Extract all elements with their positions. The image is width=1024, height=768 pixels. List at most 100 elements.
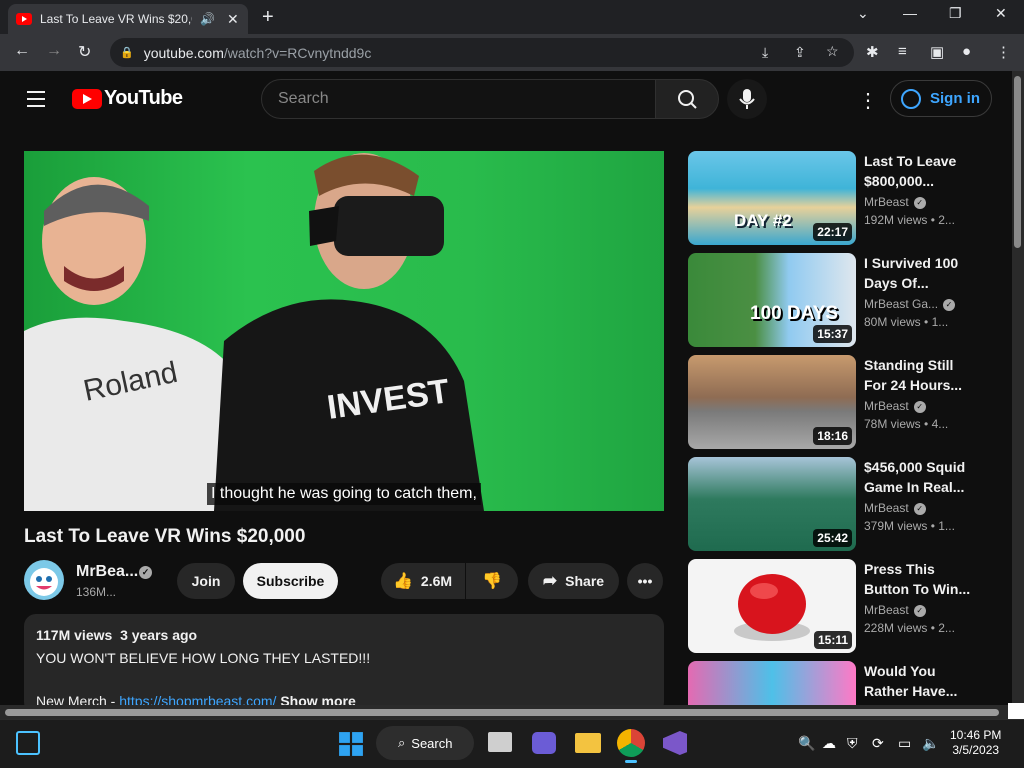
forward-icon[interactable]: → — [46, 42, 62, 60]
start-windows-icon[interactable] — [338, 731, 364, 757]
share-page-icon[interactable]: ⇪ — [794, 44, 806, 61]
widgets-icon[interactable] — [16, 731, 40, 755]
lock-icon[interactable]: 🔒 — [120, 46, 134, 59]
teams-chat-icon[interactable] — [532, 732, 556, 754]
video-caption: I thought he was going to catch them, — [207, 483, 481, 505]
video-duration: 15:11 — [813, 631, 852, 649]
mrbeast-avatar-icon — [30, 568, 58, 596]
video-title[interactable]: Last To Leave $800,000... — [864, 151, 974, 191]
search-button[interactable] — [655, 79, 719, 119]
dislike-button[interactable]: 👎 — [466, 563, 518, 599]
recommended-video[interactable]: 15:11 Press This Button To Win... MrBeas… — [688, 559, 978, 653]
channel-name: MrBeast ✓ — [864, 195, 926, 209]
search-tray-icon[interactable]: 🔍 — [798, 735, 815, 752]
like-count: 2.6M — [420, 573, 453, 589]
verified-check-icon: ✓ — [139, 566, 152, 579]
new-tab-button[interactable]: + — [262, 6, 274, 29]
security-shield-icon[interactable]: ⛨ — [847, 735, 858, 752]
taskbar-search-label: Search — [411, 735, 453, 751]
menu-icon[interactable] — [27, 91, 45, 112]
volume-icon[interactable]: 🔈 — [922, 735, 939, 752]
audio-playing-icon[interactable]: 🔊 — [200, 12, 215, 26]
taskbar-search[interactable]: ⌕ Search — [376, 726, 474, 760]
search-input[interactable] — [278, 90, 638, 108]
video-title[interactable]: $456,000 Squid Game In Real... — [864, 457, 974, 497]
recommended-video[interactable]: Would You Rather Have... — [688, 661, 978, 705]
clock-time: 10:46 PM — [950, 728, 1002, 742]
horizontal-scroll-thumb[interactable] — [5, 709, 999, 716]
reload-icon[interactable]: ↻ — [78, 42, 91, 62]
settings-more-icon[interactable]: ⋮ — [858, 88, 878, 113]
profile-icon[interactable]: ● — [962, 43, 971, 60]
youtube-logo-text[interactable]: YouTube — [104, 87, 183, 110]
video-thumbnail[interactable]: 15:11 — [688, 559, 856, 653]
video-stats: 78M views • 4... — [864, 417, 949, 431]
video-stats: 228M views • 2... — [864, 621, 955, 635]
update-icon[interactable]: ⟳ — [872, 735, 884, 752]
task-view-icon[interactable] — [488, 732, 512, 752]
bookmark-star-icon[interactable]: ☆ — [826, 43, 839, 60]
back-icon[interactable]: ← — [14, 42, 30, 60]
scrollbar-corner — [1008, 703, 1024, 719]
network-icon[interactable]: ▭ — [898, 735, 911, 752]
account-icon — [901, 88, 921, 109]
cloud-offline-icon[interactable]: ☁ — [822, 735, 836, 752]
browser-tab[interactable]: Last To Leave VR Wins $20,000 🔊 ✕ — [8, 4, 248, 34]
tab-search-icon[interactable]: ⌄ — [857, 5, 869, 22]
microphone-icon — [739, 89, 755, 109]
video-title[interactable]: Standing Still For 24 Hours... — [864, 355, 974, 395]
share-arrow-icon: ➦ — [542, 571, 558, 590]
address-bar[interactable]: 🔒 youtube.com/watch?v=RCvnytndd9c — [110, 38, 854, 67]
search-box[interactable] — [261, 79, 656, 119]
video-title[interactable]: Would You Rather Have... — [864, 661, 974, 701]
video-thumbnail[interactable]: 18:16 — [688, 355, 856, 449]
thumbs-down-icon: 👎 — [482, 573, 502, 590]
channel-name: MrBeast Ga... ✓ — [864, 297, 956, 311]
sign-in-button[interactable]: Sign in — [890, 80, 992, 117]
extensions-icon[interactable]: ✱ — [866, 43, 879, 61]
recommended-video[interactable]: 100 DAYS 15:37 I Survived 100 Days Of...… — [688, 253, 978, 347]
system-clock[interactable]: 10:46 PM 3/5/2023 — [950, 728, 1001, 758]
channel-name[interactable]: MrBea... — [76, 563, 138, 581]
youtube-logo-icon[interactable] — [72, 89, 102, 109]
minimize-button[interactable]: — — [903, 5, 917, 21]
video-stats: 80M views • 1... — [864, 315, 949, 329]
thumbs-up-icon: 👍 — [393, 573, 413, 590]
video-player[interactable]: Roland INVEST I thought he was going to … — [24, 151, 664, 511]
file-explorer-icon[interactable] — [575, 733, 601, 753]
video-thumbnail[interactable]: 25:42 — [688, 457, 856, 551]
video-stats: 379M views • 1... — [864, 519, 955, 533]
recommended-video[interactable]: 18:16 Standing Still For 24 Hours... MrB… — [688, 355, 978, 449]
more-actions-button[interactable]: ••• — [627, 563, 663, 599]
tab-title: Last To Leave VR Wins $20,000 — [40, 12, 192, 26]
close-window-button[interactable]: ✕ — [995, 5, 1007, 22]
subscribe-button[interactable]: Subscribe — [243, 563, 338, 599]
recommended-video[interactable]: 25:42 $456,000 Squid Game In Real... MrB… — [688, 457, 978, 551]
join-button[interactable]: Join — [177, 563, 235, 599]
restore-button[interactable]: ❐ — [949, 5, 962, 22]
description-box[interactable]: 117M views 3 years ago YOU WON'T BELIEVE… — [24, 614, 664, 714]
like-button[interactable]: 👍 2.6M — [381, 563, 465, 599]
video-title[interactable]: I Survived 100 Days Of... — [864, 253, 974, 293]
vertical-scroll-thumb[interactable] — [1014, 76, 1021, 248]
close-tab-icon[interactable]: ✕ — [227, 11, 239, 28]
verified-check-icon: ✓ — [913, 400, 926, 413]
video-thumbnail[interactable]: 100 DAYS 15:37 — [688, 253, 856, 347]
video-title: Last To Leave VR Wins $20,000 — [24, 526, 306, 547]
share-button[interactable]: ➦ Share — [528, 563, 619, 599]
verified-check-icon: ✓ — [913, 196, 926, 209]
person-vr-headset-image: INVEST — [214, 153, 484, 511]
subscriber-count: 136M... — [76, 585, 117, 599]
voice-search-button[interactable] — [727, 79, 767, 119]
recommended-video[interactable]: DAY #2 22:17 Last To Leave $800,000... M… — [688, 151, 978, 245]
view-stats: 117M views 3 years ago — [36, 627, 198, 643]
channel-avatar[interactable] — [24, 560, 64, 600]
chrome-menu-icon[interactable]: ⋮ — [996, 43, 1011, 61]
video-thumbnail[interactable]: DAY #2 22:17 — [688, 151, 856, 245]
video-thumbnail[interactable] — [688, 661, 856, 705]
side-panel-icon[interactable]: ▣ — [930, 43, 944, 61]
chrome-taskbar-icon[interactable] — [617, 729, 645, 757]
install-app-icon[interactable]: ⤓ — [762, 44, 768, 61]
media-control-icon[interactable]: ≡ — [898, 43, 907, 60]
video-title[interactable]: Press This Button To Win... — [864, 559, 974, 599]
